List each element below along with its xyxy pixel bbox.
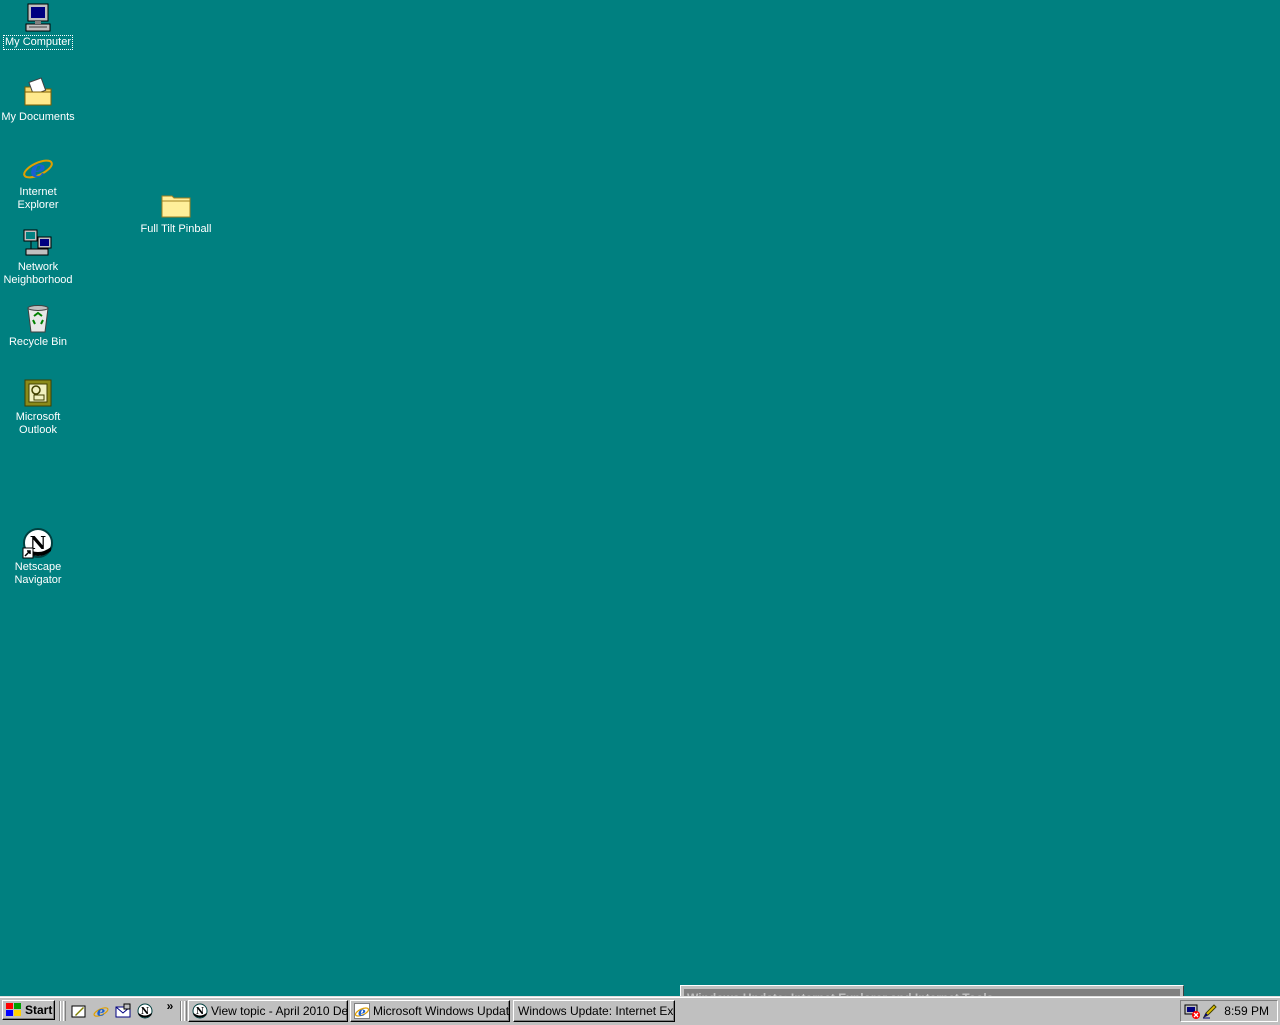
system-tray: 8:59 PM (1180, 1000, 1278, 1022)
taskbar-separator (59, 1001, 61, 1021)
task-button-label: View topic - April 2010 Des... (211, 1004, 347, 1018)
windows-logo-icon (6, 1003, 21, 1016)
taskbar-separator (180, 1001, 182, 1021)
network-neighborhood-icon (23, 229, 52, 256)
desktop-icon-label: Internet Explorer (17, 186, 59, 211)
desktop-icon-label: Recycle Bin (8, 336, 68, 348)
desktop-icon-label: Netscape Navigator (14, 561, 62, 586)
desktop-icon-label: My Documents (1, 111, 75, 123)
outlook-express-icon (115, 1003, 131, 1018)
folder-icon (161, 195, 191, 218)
desktop-icon-my-documents[interactable]: My Documents (0, 77, 76, 124)
svg-text:e: e (30, 154, 45, 183)
show-desktop-icon (71, 1005, 86, 1018)
my-computer-icon (25, 3, 51, 32)
desktop-icon-recycle-bin[interactable]: Recycle Bin (0, 302, 76, 349)
desktop-icon-label: My Computer (2, 35, 74, 50)
internet-explorer-icon: e (23, 154, 53, 183)
desktop-icon-netscape-navigator[interactable]: N Netscape Navigator (0, 527, 76, 587)
netscape-icon: N (22, 528, 53, 559)
quick-launch-netscape[interactable]: N (134, 1001, 156, 1021)
task-button-label: Microsoft Windows Updat... (373, 1004, 509, 1018)
svg-text:e: e (358, 1005, 366, 1019)
desktop-icon-my-computer[interactable]: My Computer (0, 2, 76, 50)
quick-launch-outlook-express[interactable] (112, 1001, 134, 1021)
quick-launch-show-desktop[interactable] (68, 1001, 90, 1021)
desktop[interactable]: My Computer My Documents e Internet Expl… (0, 0, 1280, 996)
desktop-icon-network-neighborhood[interactable]: Network Neighborhood (0, 227, 76, 287)
taskbar-clock[interactable]: 8:59 PM (1224, 1004, 1269, 1018)
toolbar-grip[interactable] (63, 1001, 66, 1021)
pen-icon[interactable] (1202, 1003, 1218, 1019)
task-button-microsoft-windows-update[interactable]: e Microsoft Windows Updat... (350, 1000, 510, 1022)
task-button-label: Windows Update: Internet Exp... (518, 1004, 674, 1018)
start-label: Start (25, 1003, 53, 1017)
start-button[interactable]: Start (2, 1000, 55, 1020)
outlook-icon (24, 379, 52, 407)
svg-text:N: N (196, 1007, 204, 1017)
desktop-icon-label: Network Neighborhood (3, 261, 73, 286)
taskbar: Start e N » N View topic - April 2010 D … (0, 996, 1280, 1025)
internet-explorer-icon: e (93, 1005, 109, 1019)
desktop-icon-label: Full Tilt Pinball (140, 223, 212, 235)
netscape-icon: N (137, 1003, 153, 1019)
svg-text:e: e (97, 1005, 105, 1019)
my-documents-icon (24, 77, 52, 106)
task-button-view-topic[interactable]: N View topic - April 2010 Des... (188, 1000, 348, 1022)
desktop-icon-label: Microsoft Outlook (15, 411, 61, 436)
quick-launch-toolbar: e N (68, 1001, 156, 1021)
svg-text:N: N (141, 1007, 149, 1017)
task-button-windows-update-internet-explorer[interactable]: Windows Update: Internet Exp... (513, 1000, 675, 1022)
toolbar-grip[interactable] (184, 1001, 187, 1021)
quick-launch-more-chevron[interactable]: » (164, 999, 176, 1013)
internet-explorer-icon: e (354, 1003, 370, 1019)
desktop-icon-microsoft-outlook[interactable]: Microsoft Outlook (0, 377, 76, 437)
quick-launch-internet-explorer[interactable]: e (90, 1001, 112, 1021)
desktop-icon-full-tilt-pinball[interactable]: Full Tilt Pinball (138, 189, 214, 236)
desktop-icon-internet-explorer[interactable]: e Internet Explorer (0, 152, 76, 212)
network-error-icon[interactable] (1184, 1003, 1200, 1019)
recycle-bin-icon (27, 305, 49, 333)
netscape-icon: N (192, 1003, 208, 1019)
